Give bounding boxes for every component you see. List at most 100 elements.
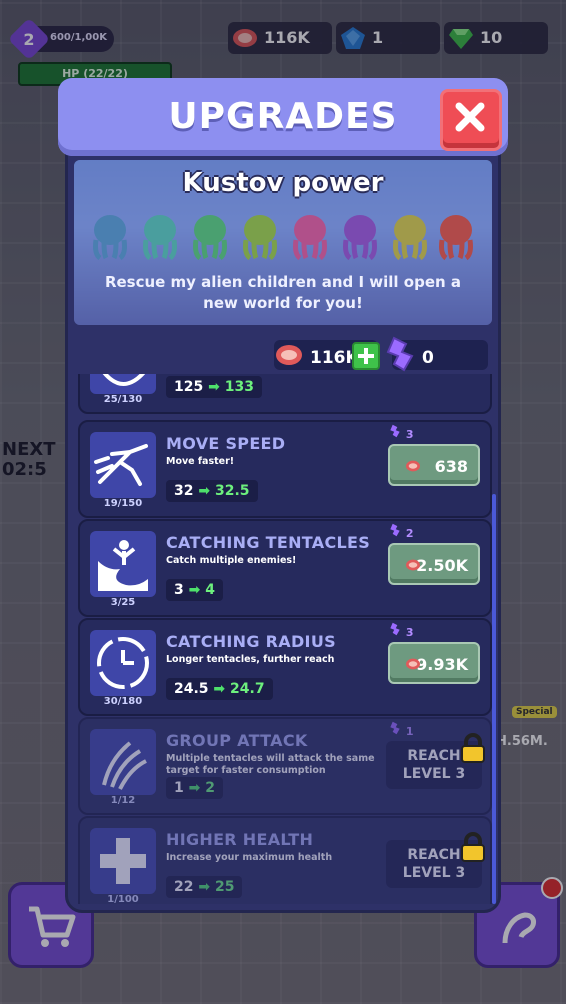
upgrade-level: 25/130: [103, 394, 143, 405]
token-balance: 0: [386, 336, 488, 372]
token-icon: [390, 721, 400, 735]
arrow-right-icon: ➡: [208, 379, 220, 395]
upgrade-name: GROUP ATTACK: [166, 731, 308, 750]
upgrade-name: CATCHING RADIUS: [166, 632, 336, 651]
buy-button[interactable]: 638: [388, 444, 480, 486]
upgrade-name: CATCHING TENTACLES: [166, 533, 371, 552]
stat-current: 32: [174, 483, 194, 499]
meat-icon: [406, 460, 420, 472]
upgrade-name: MOVE SPEED: [166, 434, 286, 453]
list-scrollbar[interactable]: [492, 494, 496, 904]
arrow-right-icon: ➡: [213, 681, 226, 697]
alien-child-icon: [293, 215, 327, 261]
stat-next: 4: [205, 582, 215, 598]
arrow-right-icon: ➡: [198, 879, 211, 895]
stat-next: 133: [224, 379, 254, 395]
stat-current: 22: [174, 879, 194, 895]
token-cost-value: 3: [405, 428, 414, 441]
upgrade-description: Move faster!: [166, 456, 235, 467]
upgrade-stat: 125 ➡ 133: [166, 376, 262, 398]
lock-icon: [461, 832, 485, 862]
upgrade-icon: [90, 374, 156, 394]
alien-child-icon: [243, 215, 277, 261]
token-cost-value: 2: [405, 527, 414, 540]
tentacles-icon: [98, 540, 148, 591]
locked-label-line2: LEVEL 3: [402, 865, 466, 881]
upgrade-card-catching-tentacles: 3/25 CATCHING TENTACLES Catch multiple e…: [78, 519, 492, 617]
token-icon: [390, 622, 400, 636]
upgrade-card: 25/130 125 ➡ 133: [78, 374, 492, 414]
buy-price: 2.50K: [416, 556, 468, 575]
upgrade-stat: 3 ➡ 4: [166, 579, 223, 601]
alien-child-icon: [193, 215, 227, 261]
upgrade-icon: [90, 531, 156, 597]
token-icon: [390, 523, 400, 537]
arrow-right-icon: ➡: [188, 780, 201, 796]
stat-current: 24.5: [174, 681, 209, 697]
token-cost: 2: [388, 523, 414, 540]
upgrade-stat: 1 ➡ 2: [166, 777, 223, 799]
currency-bar: 116K 0: [74, 336, 492, 374]
upgrade-level: 1/100: [107, 894, 139, 904]
meat-icon: [406, 658, 420, 670]
radius-icon: [97, 637, 149, 689]
alien-child-icon: [343, 215, 377, 261]
lock-icon: [461, 733, 485, 763]
meat-icon: [406, 559, 420, 571]
token-icon: [386, 336, 414, 372]
upgrade-stat: 32 ➡ 32.5: [166, 480, 258, 502]
token-cost-value: 3: [405, 626, 414, 639]
upgrade-description: Longer tentacles, further reach: [166, 654, 335, 665]
token-cost: 3: [388, 424, 414, 441]
upgrade-card-higher-health: 1/100 HIGHER HEALTH Increase your maximu…: [78, 816, 492, 904]
upgrade-description: Multiple tentacles will attack the same …: [166, 753, 375, 776]
upgrade-description: Catch multiple enemies!: [166, 555, 297, 566]
banner-title: Kustov power: [182, 168, 384, 198]
upgrade-icon: [90, 729, 156, 795]
token-icon: [390, 424, 400, 438]
meat-icon: [276, 345, 302, 365]
upgrade-list[interactable]: 25/130 125 ➡ 133 19/150 MOVE SPEED Move …: [74, 374, 492, 904]
upgrade-level: 3/25: [110, 597, 136, 608]
upgrade-icon: [90, 432, 156, 498]
add-meat-button[interactable]: [352, 342, 380, 370]
buy-button[interactable]: 9.93K: [388, 642, 480, 684]
close-icon: [455, 102, 485, 132]
token-balance-value: 0: [422, 348, 434, 368]
upgrade-card-catching-radius: 30/180 CATCHING RADIUS Longer tentacles,…: [78, 618, 492, 716]
close-button[interactable]: [440, 89, 502, 151]
alien-children-row: [88, 212, 478, 262]
upgrade-level: 30/180: [103, 696, 143, 707]
stat-current: 3: [174, 582, 184, 598]
alien-child-icon: [439, 215, 473, 261]
alien-child-icon: [393, 215, 427, 261]
stat-current: 125: [174, 379, 204, 395]
upgrade-level: 1/12: [110, 795, 136, 806]
token-cost: 1: [388, 721, 414, 738]
alien-child-icon: [143, 215, 177, 261]
upgrade-icon: [90, 828, 156, 894]
group-attack-icon: [102, 741, 147, 790]
upgrade-ring-icon: [102, 374, 146, 386]
buy-button[interactable]: 2.50K: [388, 543, 480, 585]
stat-next: 32.5: [214, 483, 250, 499]
upgrade-name: HIGHER HEALTH: [166, 830, 314, 849]
buy-price: 638: [434, 457, 468, 476]
token-cost-value: 1: [405, 725, 414, 738]
plus-icon: [358, 348, 374, 364]
arrow-right-icon: ➡: [198, 483, 211, 499]
stat-current: 1: [174, 780, 184, 796]
buy-price: 9.93K: [416, 655, 468, 674]
token-cost: 3: [388, 622, 414, 639]
health-icon: [100, 838, 146, 884]
arrow-right-icon: ➡: [188, 582, 201, 598]
stat-next: 2: [205, 780, 215, 796]
move-speed-icon: [94, 444, 148, 486]
locked-label-line2: LEVEL 3: [402, 766, 466, 782]
upgrade-card-group-attack: 1/12 GROUP ATTACK Multiple tentacles wil…: [78, 717, 492, 815]
stat-next: 24.7: [230, 681, 265, 697]
upgrade-icon: [90, 630, 156, 696]
alien-child-icon: [93, 215, 127, 261]
stat-next: 25: [214, 879, 235, 895]
upgrade-card-move-speed: 19/150 MOVE SPEED Move faster! 32 ➡ 32.5…: [78, 420, 492, 518]
